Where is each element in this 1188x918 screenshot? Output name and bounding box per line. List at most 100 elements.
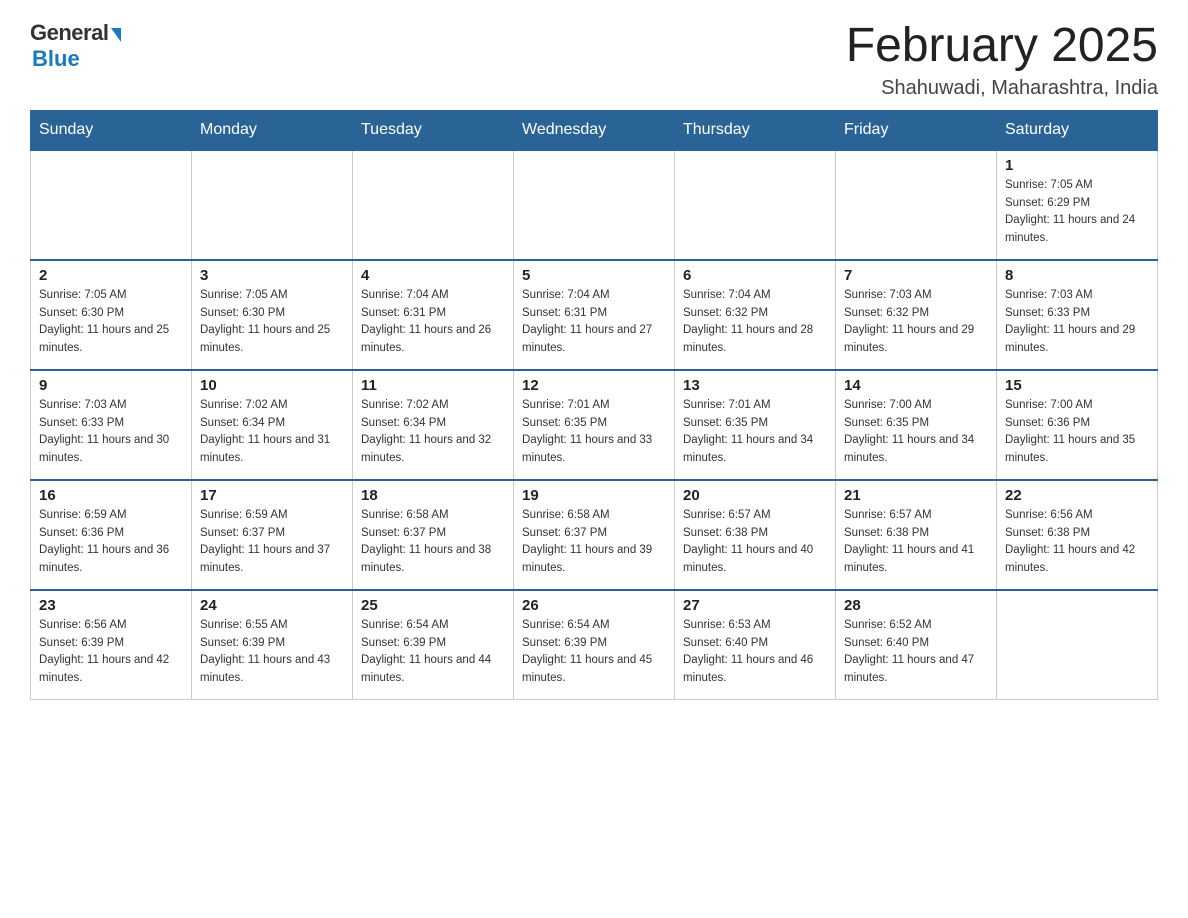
day-info: Sunrise: 6:54 AMSunset: 6:39 PMDaylight:… — [361, 617, 505, 688]
day-number: 20 — [683, 487, 827, 504]
calendar-cell: 2 Sunrise: 7:05 AMSunset: 6:30 PMDaylight… — [31, 260, 192, 370]
day-number: 17 — [200, 487, 344, 504]
page-header: General Blue February 2025 Shahuwadi, Ma… — [30, 20, 1158, 100]
day-info: Sunrise: 7:05 AMSunset: 6:30 PMDaylight:… — [39, 287, 183, 358]
day-number: 7 — [844, 267, 988, 284]
calendar-week-row: 16Sunrise: 6:59 AMSunset: 6:36 PMDayligh… — [31, 480, 1158, 590]
day-number: 1 — [1005, 157, 1149, 174]
calendar-cell — [997, 590, 1158, 700]
day-info: Sunrise: 7:03 AMSunset: 6:33 PMDaylight:… — [1005, 287, 1149, 358]
calendar-day-header: Thursday — [675, 110, 836, 150]
calendar-cell: 27Sunrise: 6:53 AMSunset: 6:40 PMDayligh… — [675, 590, 836, 700]
calendar-cell: 21 Sunrise: 6:57 AMSunset: 6:38 PMDayligh… — [836, 480, 997, 590]
logo-arrow-icon — [111, 28, 121, 42]
day-info: Sunrise: 6:55 AMSunset: 6:39 PMDaylight:… — [200, 617, 344, 688]
calendar-cell: 14 Sunrise: 7:00 AMSunset: 6:35 PMDayligh… — [836, 370, 997, 480]
day-info: Sunrise: 6:57 AMSunset: 6:38 PMDaylight:… — [844, 507, 988, 578]
calendar-cell: 26 Sunrise: 6:54 AMSunset: 6:39 PMDayligh… — [514, 590, 675, 700]
calendar-cell: 12 Sunrise: 7:01 AMSunset: 6:35 PMDayligh… — [514, 370, 675, 480]
day-number: 9 — [39, 377, 183, 394]
calendar-cell: 24Sunrise: 6:55 AMSunset: 6:39 PMDayligh… — [192, 590, 353, 700]
calendar-cell: 16Sunrise: 6:59 AMSunset: 6:36 PMDayligh… — [31, 480, 192, 590]
day-number: 10 — [200, 377, 344, 394]
day-info: Sunrise: 6:57 AMSunset: 6:38 PMDaylight:… — [683, 507, 827, 578]
logo-general-text: General — [30, 20, 108, 46]
calendar-cell: 15 Sunrise: 7:00 AMSunset: 6:36 PMDayligh… — [997, 370, 1158, 480]
day-number: 22 — [1005, 487, 1149, 504]
day-info: Sunrise: 7:03 AMSunset: 6:32 PMDaylight:… — [844, 287, 988, 358]
title-section: February 2025 Shahuwadi, Maharashtra, In… — [846, 20, 1158, 100]
calendar-cell: 8 Sunrise: 7:03 AMSunset: 6:33 PMDaylight… — [997, 260, 1158, 370]
day-info: Sunrise: 6:58 AMSunset: 6:37 PMDaylight:… — [361, 507, 505, 578]
calendar-cell: 19 Sunrise: 6:58 AMSunset: 6:37 PMDayligh… — [514, 480, 675, 590]
day-number: 12 — [522, 377, 666, 394]
calendar-cell: 7 Sunrise: 7:03 AMSunset: 6:32 PMDaylight… — [836, 260, 997, 370]
calendar-cell — [192, 150, 353, 260]
day-number: 25 — [361, 597, 505, 614]
day-number: 6 — [683, 267, 827, 284]
calendar-table: SundayMondayTuesdayWednesdayThursdayFrid… — [30, 110, 1158, 701]
calendar-cell: 22 Sunrise: 6:56 AMSunset: 6:38 PMDayligh… — [997, 480, 1158, 590]
calendar-day-header: Monday — [192, 110, 353, 150]
calendar-day-header: Friday — [836, 110, 997, 150]
day-info: Sunrise: 7:01 AMSunset: 6:35 PMDaylight:… — [522, 397, 666, 468]
day-number: 2 — [39, 267, 183, 284]
day-info: Sunrise: 6:58 AMSunset: 6:37 PMDaylight:… — [522, 507, 666, 578]
day-number: 21 — [844, 487, 988, 504]
day-number: 8 — [1005, 267, 1149, 284]
day-number: 23 — [39, 597, 183, 614]
calendar-cell: 28 Sunrise: 6:52 AMSunset: 6:40 PMDayligh… — [836, 590, 997, 700]
calendar-cell: 5 Sunrise: 7:04 AMSunset: 6:31 PMDaylight… — [514, 260, 675, 370]
calendar-cell — [514, 150, 675, 260]
calendar-cell: 3Sunrise: 7:05 AMSunset: 6:30 PMDaylight… — [192, 260, 353, 370]
location-text: Shahuwadi, Maharashtra, India — [846, 77, 1158, 100]
calendar-cell — [353, 150, 514, 260]
logo-blue-text: Blue — [32, 46, 80, 72]
calendar-header-row: SundayMondayTuesdayWednesdayThursdayFrid… — [31, 110, 1158, 150]
day-info: Sunrise: 6:52 AMSunset: 6:40 PMDaylight:… — [844, 617, 988, 688]
calendar-cell — [675, 150, 836, 260]
day-info: Sunrise: 6:56 AMSunset: 6:38 PMDaylight:… — [1005, 507, 1149, 578]
day-info: Sunrise: 7:04 AMSunset: 6:31 PMDaylight:… — [522, 287, 666, 358]
day-number: 11 — [361, 377, 505, 394]
day-number: 4 — [361, 267, 505, 284]
day-info: Sunrise: 7:04 AMSunset: 6:32 PMDaylight:… — [683, 287, 827, 358]
day-info: Sunrise: 6:59 AMSunset: 6:36 PMDaylight:… — [39, 507, 183, 578]
calendar-day-header: Tuesday — [353, 110, 514, 150]
calendar-cell: 25 Sunrise: 6:54 AMSunset: 6:39 PMDayligh… — [353, 590, 514, 700]
calendar-week-row: 23 Sunrise: 6:56 AMSunset: 6:39 PMDayligh… — [31, 590, 1158, 700]
day-number: 14 — [844, 377, 988, 394]
calendar-cell: 18 Sunrise: 6:58 AMSunset: 6:37 PMDayligh… — [353, 480, 514, 590]
day-number: 5 — [522, 267, 666, 284]
calendar-day-header: Saturday — [997, 110, 1158, 150]
day-number: 26 — [522, 597, 666, 614]
day-info: Sunrise: 7:03 AMSunset: 6:33 PMDaylight:… — [39, 397, 183, 468]
day-info: Sunrise: 7:02 AMSunset: 6:34 PMDaylight:… — [361, 397, 505, 468]
day-info: Sunrise: 7:04 AMSunset: 6:31 PMDaylight:… — [361, 287, 505, 358]
calendar-cell: 17 Sunrise: 6:59 AMSunset: 6:37 PMDayligh… — [192, 480, 353, 590]
calendar-cell — [31, 150, 192, 260]
day-info: Sunrise: 6:56 AMSunset: 6:39 PMDaylight:… — [39, 617, 183, 688]
day-info: Sunrise: 6:53 AMSunset: 6:40 PMDaylight:… — [683, 617, 827, 688]
day-info: Sunrise: 7:00 AMSunset: 6:36 PMDaylight:… — [1005, 397, 1149, 468]
day-number: 28 — [844, 597, 988, 614]
day-info: Sunrise: 6:59 AMSunset: 6:37 PMDaylight:… — [200, 507, 344, 578]
day-number: 19 — [522, 487, 666, 504]
day-number: 15 — [1005, 377, 1149, 394]
calendar-week-row: 2 Sunrise: 7:05 AMSunset: 6:30 PMDaylight… — [31, 260, 1158, 370]
day-number: 18 — [361, 487, 505, 504]
calendar-week-row: 9 Sunrise: 7:03 AMSunset: 6:33 PMDaylight… — [31, 370, 1158, 480]
day-info: Sunrise: 7:01 AMSunset: 6:35 PMDaylight:… — [683, 397, 827, 468]
day-info: Sunrise: 7:02 AMSunset: 6:34 PMDaylight:… — [200, 397, 344, 468]
day-info: Sunrise: 6:54 AMSunset: 6:39 PMDaylight:… — [522, 617, 666, 688]
calendar-cell: 20 Sunrise: 6:57 AMSunset: 6:38 PMDayligh… — [675, 480, 836, 590]
calendar-cell: 11 Sunrise: 7:02 AMSunset: 6:34 PMDayligh… — [353, 370, 514, 480]
calendar-cell: 23 Sunrise: 6:56 AMSunset: 6:39 PMDayligh… — [31, 590, 192, 700]
calendar-week-row: 1 Sunrise: 7:05 AMSunset: 6:29 PMDaylight… — [31, 150, 1158, 260]
day-number: 13 — [683, 377, 827, 394]
day-info: Sunrise: 7:05 AMSunset: 6:29 PMDaylight:… — [1005, 177, 1149, 248]
day-number: 3 — [200, 267, 344, 284]
calendar-day-header: Sunday — [31, 110, 192, 150]
month-title: February 2025 — [846, 20, 1158, 73]
day-info: Sunrise: 7:00 AMSunset: 6:35 PMDaylight:… — [844, 397, 988, 468]
